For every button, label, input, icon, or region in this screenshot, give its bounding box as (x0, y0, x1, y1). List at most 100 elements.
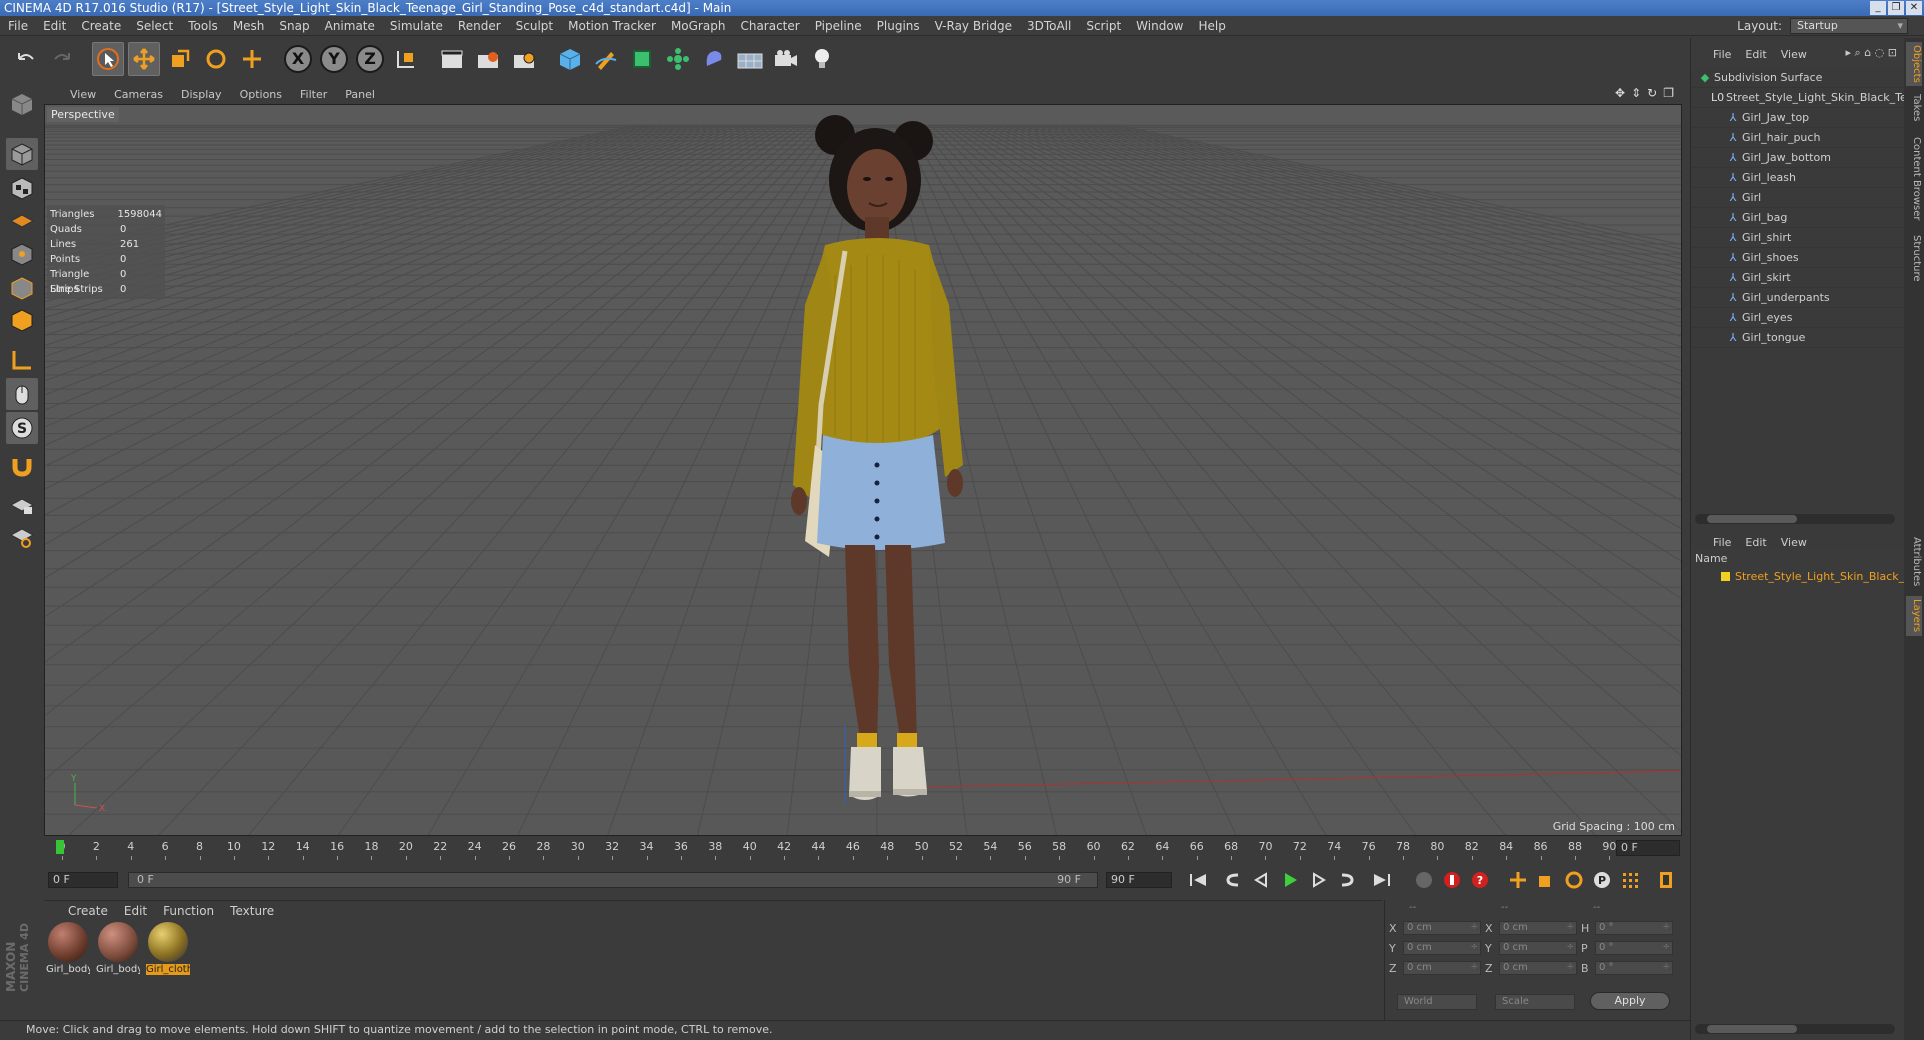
select-tool-button[interactable] (92, 42, 124, 76)
end-frame-field[interactable]: 90 F (1106, 872, 1172, 888)
rotation-p-field[interactable]: 0 ° (1595, 941, 1673, 955)
apply-button[interactable]: Apply (1590, 992, 1670, 1010)
tab-content-browser[interactable]: Content Browser (1906, 134, 1922, 224)
object-row[interactable]: ⅄ Girl_eyes (1691, 308, 1905, 328)
subdivision-button[interactable] (626, 42, 658, 76)
start-frame-field[interactable]: 0 F (48, 872, 118, 888)
render-settings-button[interactable] (508, 42, 540, 76)
layers-menu-view[interactable]: View (1781, 536, 1807, 549)
material-menu-texture[interactable]: Texture (230, 904, 274, 918)
menu-simulate[interactable]: Simulate (390, 19, 443, 33)
undo-button[interactable] (10, 42, 42, 76)
menu-file[interactable]: File (8, 19, 28, 33)
menu-snap[interactable]: Snap (279, 19, 309, 33)
workplane-mode-button[interactable] (6, 204, 38, 236)
object-row[interactable]: ⅄ Girl_bag (1691, 208, 1905, 228)
toggle-layout-icon[interactable]: ❐ (1663, 86, 1674, 100)
floor-button[interactable] (734, 42, 766, 76)
menu-mesh[interactable]: Mesh (233, 19, 265, 33)
menu-create[interactable]: Create (81, 19, 121, 33)
material-menu-function[interactable]: Function (163, 904, 214, 918)
menu-motion-tracker[interactable]: Motion Tracker (568, 19, 656, 33)
array-button[interactable] (662, 42, 694, 76)
previous-frame-button[interactable] (1250, 868, 1274, 892)
menu-select[interactable]: Select (136, 19, 173, 33)
edges-mode-button[interactable] (6, 272, 38, 304)
playhead[interactable] (56, 840, 64, 854)
workplane-align-button[interactable] (6, 520, 38, 552)
object-row[interactable]: ⅄ Girl_leash (1691, 168, 1905, 188)
object-row-group[interactable]: L0 Street_Style_Light_Skin_Black_Teen (1691, 88, 1905, 108)
object-row[interactable]: ⅄ Girl_shoes (1691, 248, 1905, 268)
timeline[interactable]: 0246810121416182022242628303234363840424… (44, 838, 1682, 860)
live-selection-button[interactable] (236, 42, 268, 76)
object-row[interactable]: ⅄ Girl_shirt (1691, 228, 1905, 248)
model-mode-button[interactable] (6, 138, 38, 170)
coordinate-system-button[interactable] (390, 42, 422, 76)
menu-edit[interactable]: Edit (43, 19, 66, 33)
maximize-button[interactable]: ❐ (1888, 1, 1904, 15)
menu-v-ray-bridge[interactable]: V-Ray Bridge (935, 19, 1012, 33)
frame-range-slider[interactable]: 0 F 90 F (128, 872, 1098, 888)
y-axis-button[interactable]: Y (318, 42, 350, 76)
size-mode-dropdown[interactable]: Scale (1495, 994, 1575, 1010)
tab-takes[interactable]: Takes (1906, 90, 1922, 126)
menu-animate[interactable]: Animate (325, 19, 375, 33)
object-row[interactable]: ⅄ Girl_Jaw_bottom (1691, 148, 1905, 168)
layout-dropdown[interactable]: Startup (1790, 18, 1908, 34)
menu-pipeline[interactable]: Pipeline (815, 19, 862, 33)
material-item[interactable]: Girl_cloth (146, 922, 190, 980)
snap-button[interactable]: S (6, 412, 38, 444)
scale-tool-button[interactable] (164, 42, 196, 76)
menu-character[interactable]: Character (740, 19, 799, 33)
x-axis-button[interactable]: X (282, 42, 314, 76)
position-x-field[interactable]: 0 cm (1403, 921, 1481, 935)
z-axis-button[interactable]: Z (354, 42, 386, 76)
menu-help[interactable]: Help (1198, 19, 1225, 33)
size-x-field[interactable]: 0 cm (1499, 921, 1577, 935)
objects-menu-edit[interactable]: Edit (1745, 48, 1766, 61)
magnet-button[interactable] (6, 450, 38, 482)
render-view-button[interactable] (436, 42, 468, 76)
workplane-lock-button[interactable] (6, 488, 38, 520)
menu-mograph[interactable]: MoGraph (671, 19, 726, 33)
layer-row[interactable]: Street_Style_Light_Skin_Black_Teen (1721, 570, 1924, 583)
menu-3dtoall[interactable]: 3DToAll (1027, 19, 1071, 33)
go-to-end-button[interactable] (1370, 868, 1394, 892)
current-frame-field[interactable]: 0 F (1616, 840, 1680, 856)
perspective-viewport[interactable]: Y X Perspective Triangles 1598044 Quads 0 Li… (44, 104, 1682, 836)
record-keys-button[interactable] (1412, 868, 1436, 892)
viewport-menu-options[interactable]: Options (240, 88, 282, 101)
layers-horizontal-scrollbar[interactable] (1695, 1024, 1895, 1034)
go-to-start-button[interactable] (1186, 868, 1210, 892)
pen-spline-button[interactable] (590, 42, 622, 76)
object-row[interactable]: ⅄ Girl_hair_puch (1691, 128, 1905, 148)
material-menu-edit[interactable]: Edit (124, 904, 147, 918)
cube-button[interactable] (554, 42, 586, 76)
object-row-subdivision[interactable]: ◆ Subdivision Surface (1691, 68, 1905, 88)
light-button[interactable] (806, 42, 838, 76)
zoom-view-icon[interactable]: ⇕ (1631, 86, 1641, 100)
record-active-button[interactable] (1440, 868, 1464, 892)
rotate-view-icon[interactable]: ↻ (1647, 86, 1657, 100)
deformer-button[interactable] (698, 42, 730, 76)
menu-window[interactable]: Window (1136, 19, 1183, 33)
coordinate-mode-dropdown[interactable]: World (1397, 994, 1477, 1010)
menu-render[interactable]: Render (458, 19, 501, 33)
camera-button[interactable] (770, 42, 802, 76)
viewport-menu-filter[interactable]: Filter (300, 88, 327, 101)
tab-structure[interactable]: Structure (1906, 230, 1922, 286)
tab-layers[interactable]: Layers (1906, 596, 1922, 636)
object-row[interactable]: ⅄ Girl_skirt (1691, 268, 1905, 288)
size-y-field[interactable]: 0 cm (1499, 941, 1577, 955)
layers-menu-file[interactable]: File (1713, 536, 1731, 549)
key-point-level-button[interactable] (1618, 868, 1642, 892)
position-z-field[interactable]: 0 cm (1403, 961, 1481, 975)
pan-view-icon[interactable]: ✥ (1615, 86, 1625, 100)
next-key-button[interactable] (1334, 868, 1358, 892)
tweak-mode-button[interactable] (6, 378, 38, 410)
object-row[interactable]: ⅄ Girl_underpants (1691, 288, 1905, 308)
redo-button[interactable] (46, 42, 78, 76)
viewport-menu-view[interactable]: View (70, 88, 96, 101)
rotate-tool-button[interactable] (200, 42, 232, 76)
